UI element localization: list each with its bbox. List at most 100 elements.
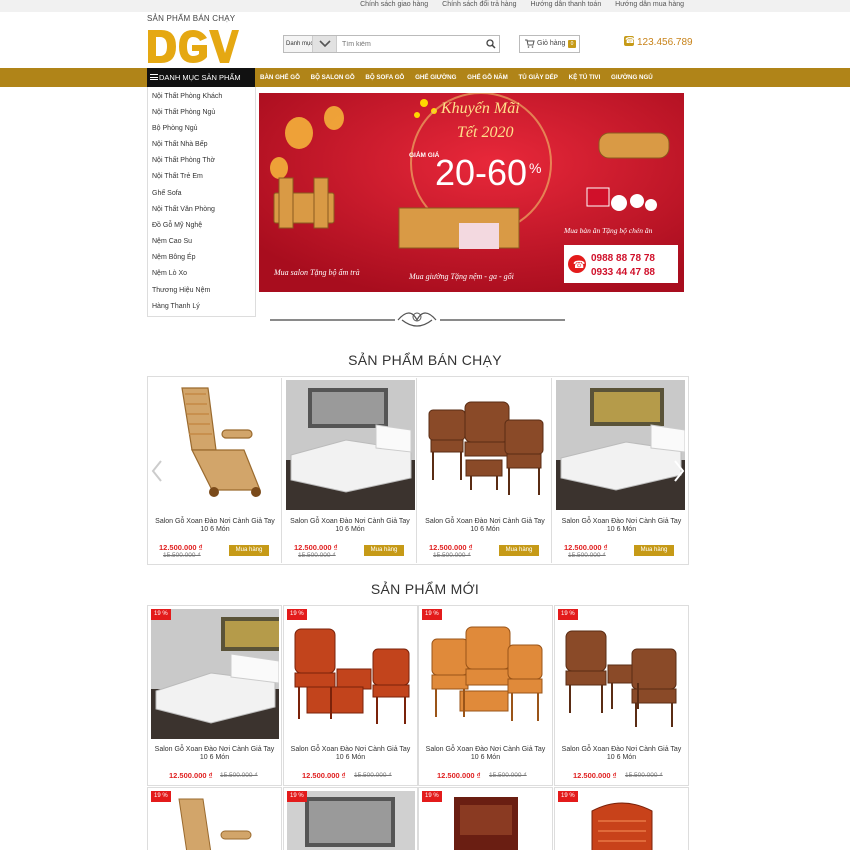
hotline[interactable]: 123.456.789 xyxy=(624,36,693,48)
nav-item[interactable]: BỘ SALON GỖ xyxy=(311,74,355,81)
sidebar-item[interactable]: Nội Thất Phòng Thờ xyxy=(152,157,215,164)
product-card[interactable]: 19 % xyxy=(554,787,689,850)
product-old-price: 15.500.000 ₫ xyxy=(489,772,527,779)
sidebar-item[interactable]: Hàng Thanh Lý xyxy=(152,303,200,310)
search-bar: Danh mục xyxy=(283,35,500,53)
product-card[interactable]: 19 % Salon Gỗ Xoan Đào Nơi Cành Giả Tay … xyxy=(418,605,553,786)
search-category-label: Danh mục xyxy=(286,41,314,47)
shipping-policy-link[interactable]: Chính sách giao hàng xyxy=(360,1,428,8)
sidebar-item[interactable]: Thương Hiệu Nệm xyxy=(152,287,210,294)
carousel-next-icon[interactable] xyxy=(672,459,686,483)
cart-button[interactable]: Giỏ hàng 0 xyxy=(519,35,580,53)
discount-badge: 19 % xyxy=(287,609,307,620)
product-image xyxy=(151,609,279,739)
banner-phone-2: 0933 44 47 88 xyxy=(591,267,655,278)
sidebar-item[interactable]: Nệm Bông Ép xyxy=(152,254,196,261)
newproducts-title: SẢN PHẨM MỚI xyxy=(370,581,480,597)
product-old-price: 15.500.000 ₫ xyxy=(220,772,258,779)
caption-left: Mua salon Tặng bộ ấm trà xyxy=(273,268,360,277)
buy-button[interactable]: Mua hàng xyxy=(364,545,404,556)
nav-item[interactable]: GIƯỜNG NGỦ xyxy=(611,74,653,81)
promo-banner[interactable]: Khuyến Mãi Tết 2020 GIẢM GIÁ 20-60 % Mua… xyxy=(259,93,684,292)
product-name[interactable]: Salon Gỗ Xoan Đào Nơi Cành Giả Tay 10 6 … xyxy=(284,746,417,762)
discount-badge: 19 % xyxy=(422,791,442,802)
sidebar-item[interactable]: Nệm Cao Su xyxy=(152,238,192,245)
product-card[interactable]: Salon Gỗ Xoan Đào Nơi Cành Giả Tay 10 6 … xyxy=(554,378,688,563)
product-name[interactable]: Salon Gỗ Xoan Đào Nơi Cành Giả Tay 10 6 … xyxy=(148,746,281,762)
product-name[interactable]: Salon Gỗ Xoan Đào Nơi Cành Giả Tay 10 6 … xyxy=(554,518,688,534)
nav-item[interactable]: KỆ TỦ TIVI xyxy=(569,74,601,81)
product-image xyxy=(421,380,550,510)
product-price: 12.500.000 ₫ xyxy=(573,771,617,780)
product-price: 12.500.000 ₫ xyxy=(159,543,203,552)
banner-phone-1: 0988 88 78 78 xyxy=(591,253,655,264)
bestsellers-title: SẢN PHẨM BÁN CHẠY xyxy=(348,352,502,368)
product-card[interactable]: 19 % Salon Gỗ Xoan Đào Nơi Cành Giả Tay … xyxy=(554,605,689,786)
payment-guide-link[interactable]: Hướng dẫn thanh toán xyxy=(530,1,601,8)
tagline: SẢN PHẨM BÁN CHẠY xyxy=(147,14,236,23)
return-policy-link[interactable]: Chính sách đổi trả hàng xyxy=(442,1,516,8)
cart-label: Giỏ hàng xyxy=(537,40,566,47)
discount-badge: 19 % xyxy=(558,791,578,802)
sidebar-item[interactable]: Ghế Sofa xyxy=(152,190,182,197)
sidebar-item[interactable]: Nội Thất Phòng Khách xyxy=(152,93,222,100)
sidebar-item[interactable]: Bộ Phòng Ngủ xyxy=(152,125,198,132)
sidebar-item[interactable]: Nội Thất Phòng Ngủ xyxy=(152,109,215,116)
product-name[interactable]: Salon Gỗ Xoan Đào Nơi Cành Giả Tay 10 6 … xyxy=(419,518,551,534)
product-price: 12.500.000 ₫ xyxy=(294,543,338,552)
product-image xyxy=(286,380,415,510)
buy-button[interactable]: Mua hàng xyxy=(634,545,674,556)
nav-item[interactable]: GHẾ GIƯỜNG xyxy=(415,74,456,81)
purchase-guide-link[interactable]: Hướng dẫn mua hàng xyxy=(615,1,684,8)
bestsellers-carousel: Salon Gỗ Xoan Đào Nơi Cành Giả Tay 10 6 … xyxy=(147,376,689,565)
promo-year: Tết 2020 xyxy=(457,124,513,141)
nav-item[interactable]: GHẾ GỖ NĂM xyxy=(467,74,508,81)
phone-icon xyxy=(624,36,635,46)
product-old-price: 15.500.000 ₫ xyxy=(625,772,663,779)
cart-icon xyxy=(525,39,535,48)
sidebar-item[interactable]: Nệm Lò Xo xyxy=(152,270,187,277)
buy-button[interactable]: Mua hàng xyxy=(499,545,539,556)
search-icon[interactable] xyxy=(486,39,496,49)
phone-icon: ☎ xyxy=(573,260,585,271)
chevron-down-icon xyxy=(312,36,336,52)
product-image xyxy=(287,609,415,739)
sidebar-item[interactable]: Nội Thất Nhà Bếp xyxy=(152,141,208,148)
nav-item[interactable]: TỦ GIÀY DÉP xyxy=(518,74,557,81)
product-card[interactable]: 19 % xyxy=(418,787,553,850)
discount-percent: % xyxy=(529,160,541,176)
category-menu-button[interactable]: DANH MỤC SẢN PHẨM xyxy=(147,68,255,87)
product-name[interactable]: Salon Gỗ Xoan Đào Nơi Cành Giả Tay 10 6 … xyxy=(419,746,552,762)
product-old-price: 15.500.000 ₫ xyxy=(163,552,201,559)
promo-title: Khuyến Mãi xyxy=(440,100,520,117)
search-input[interactable] xyxy=(342,38,477,50)
nav-menu: BÀN GHẾ GỖ BỘ SALON GỖ BỘ SOFA GỖ GHẾ GI… xyxy=(260,68,662,87)
product-name[interactable]: Salon Gỗ Xoan Đào Nơi Cành Giả Tay 10 6 … xyxy=(284,518,416,534)
product-old-price: 15.500.000 ₫ xyxy=(354,772,392,779)
caption-center: Mua giường Tặng nệm - ga - gối xyxy=(408,272,514,281)
product-name[interactable]: Salon Gỗ Xoan Đào Nơi Cành Giả Tay 10 6 … xyxy=(149,518,281,534)
search-category-select[interactable]: Danh mục xyxy=(284,36,337,52)
product-card[interactable]: 19 % Salon Gỗ Xoan Đào Nơi Cành Giả Tay … xyxy=(147,605,282,786)
logo[interactable] xyxy=(147,29,239,64)
discount-range: 20-60 xyxy=(435,152,527,193)
nav-item[interactable]: BỘ SOFA GỖ xyxy=(365,74,404,81)
carousel-prev-icon[interactable] xyxy=(150,459,164,483)
product-card[interactable]: Salon Gỗ Xoan Đào Nơi Cành Giả Tay 10 6 … xyxy=(149,378,282,563)
product-card[interactable]: Salon Gỗ Xoan Đào Nơi Cành Giả Tay 10 6 … xyxy=(419,378,552,563)
sidebar-item[interactable]: Nội Thất Văn Phòng xyxy=(152,206,215,213)
buy-button[interactable]: Mua hàng xyxy=(229,545,269,556)
hotline-number: 123.456.789 xyxy=(637,37,693,48)
category-sidebar: Nội Thất Phòng Khách Nội Thất Phòng Ngủ … xyxy=(147,87,256,317)
product-card[interactable]: 19 % Salon Gỗ Xoan Đào Nơi Cành Giả Tay … xyxy=(283,605,418,786)
product-image xyxy=(556,380,685,510)
product-card[interactable]: 19 % xyxy=(283,787,418,850)
sidebar-item[interactable]: Đồ Gỗ Mỹ Nghệ xyxy=(152,222,202,229)
product-card[interactable]: 19 % xyxy=(147,787,282,850)
sidebar-item[interactable]: Nội Thất Trẻ Em xyxy=(152,173,203,180)
category-menu-label: DANH MỤC SẢN PHẨM xyxy=(159,73,241,82)
nav-item[interactable]: BÀN GHẾ GỖ xyxy=(260,74,300,81)
product-image xyxy=(152,380,280,510)
product-card[interactable]: Salon Gỗ Xoan Đào Nơi Cành Giả Tay 10 6 … xyxy=(284,378,417,563)
product-name[interactable]: Salon Gỗ Xoan Đào Nơi Cành Giả Tay 10 6 … xyxy=(555,746,688,762)
